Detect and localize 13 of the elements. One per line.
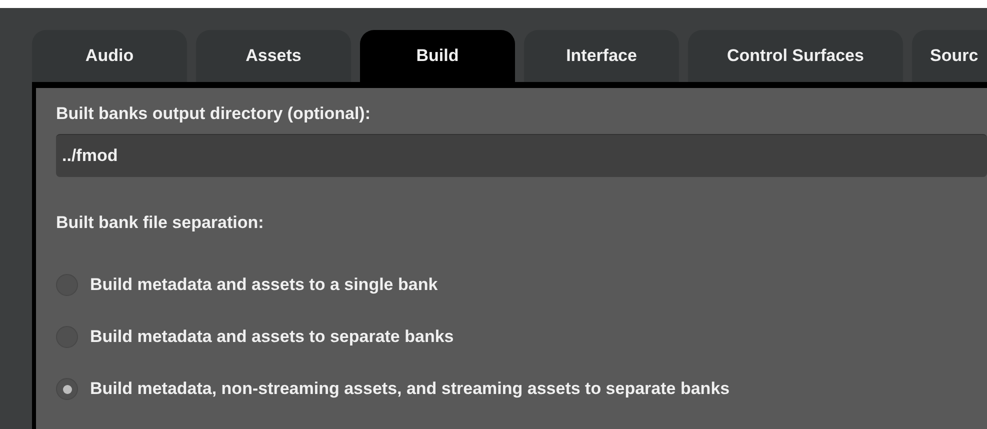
tab[interactable]: Sourc xyxy=(912,30,987,82)
radio-option[interactable]: Build metadata, non-streaming assets, and streaming assets to separate banks xyxy=(56,363,987,415)
field-label: Built banks output directory (optional): xyxy=(56,104,372,125)
tab[interactable]: Assets xyxy=(196,30,351,82)
radio-button[interactable] xyxy=(56,378,78,400)
section-label: Built bank file separation: xyxy=(56,213,265,234)
directory-field[interactable]: ../fmod xyxy=(56,134,987,177)
radio-option[interactable]: Build metadata and assets to a single bank xyxy=(56,259,987,311)
tab[interactable]: Interface xyxy=(524,30,679,82)
tab[interactable]: Audio xyxy=(32,30,187,82)
tab[interactable]: Build xyxy=(360,30,515,82)
radio-option[interactable]: Build metadata and assets to separate banks xyxy=(56,311,987,363)
tab[interactable]: Control Surfaces xyxy=(688,30,903,82)
